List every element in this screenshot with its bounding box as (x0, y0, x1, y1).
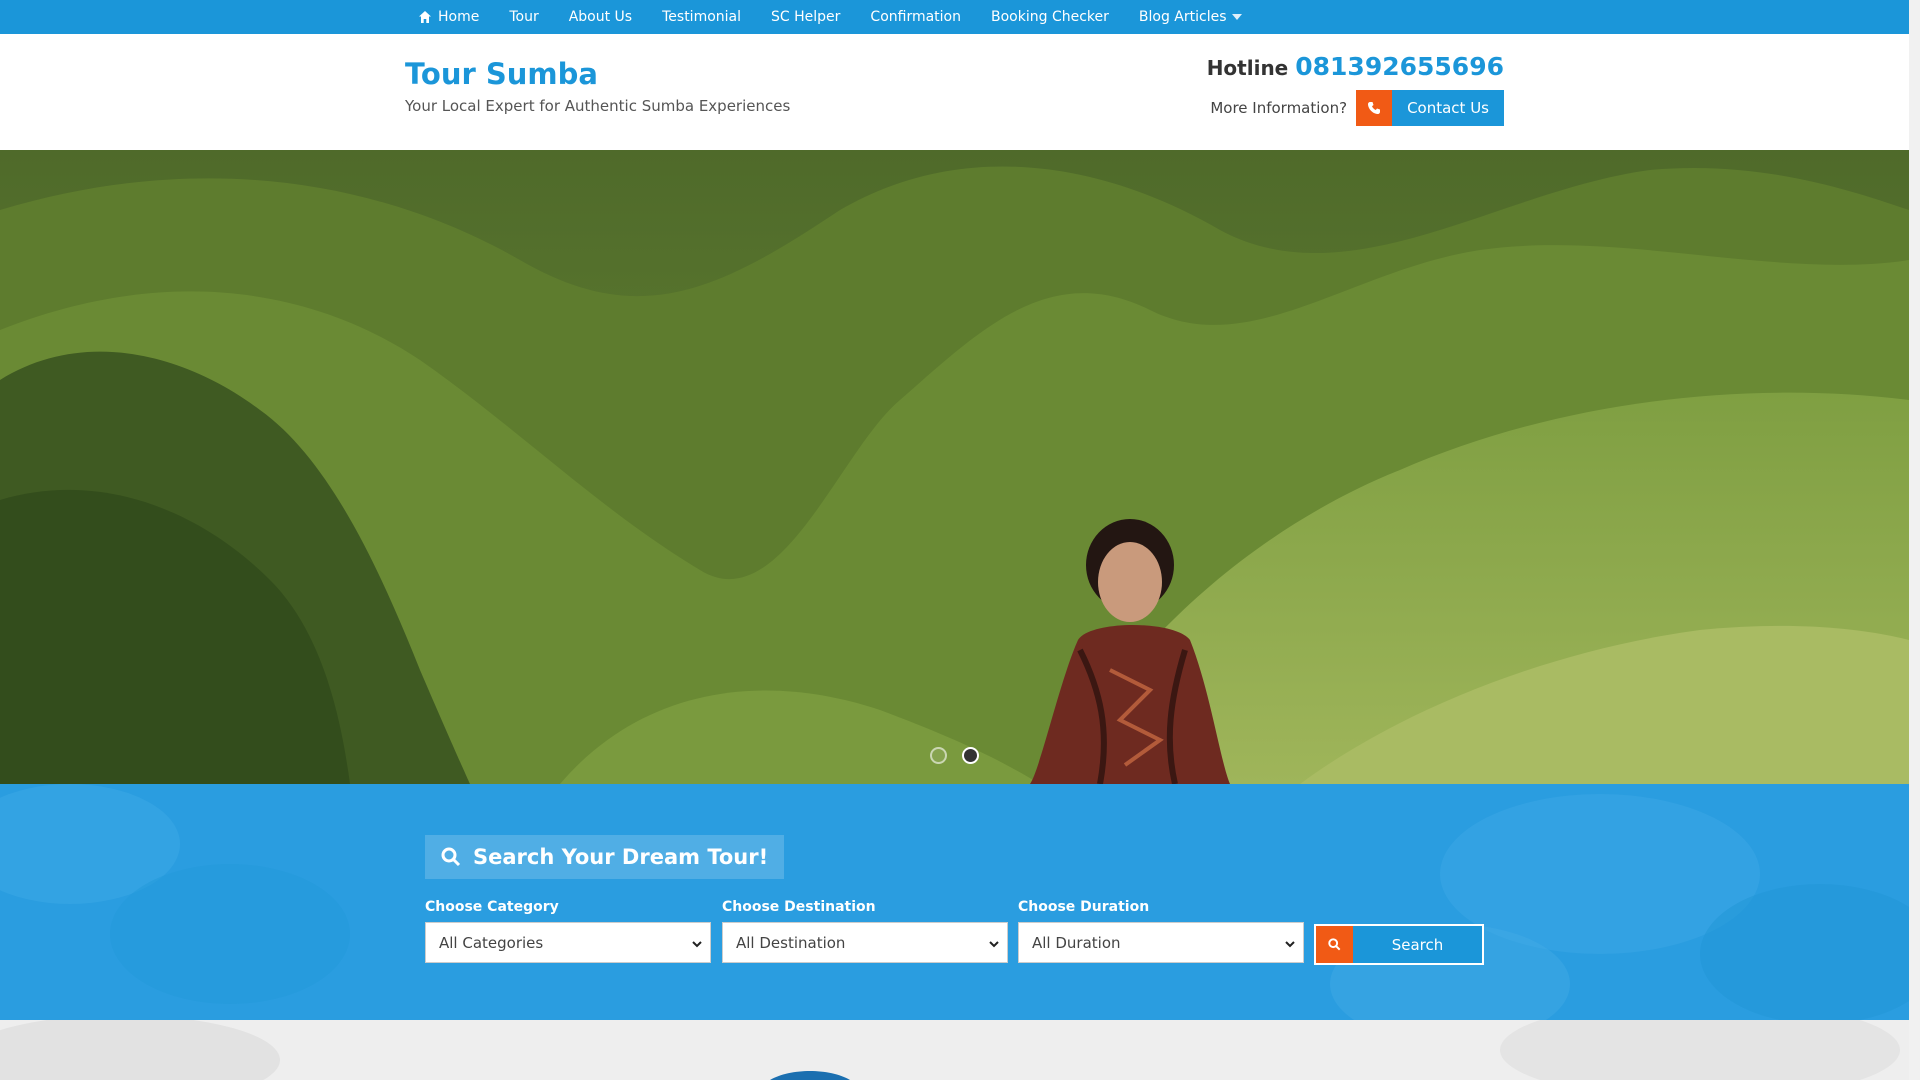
slide-dot-1[interactable] (930, 747, 947, 764)
category-value: All Categories (439, 933, 544, 952)
hero-image (0, 150, 1909, 784)
search-button[interactable]: Search (1314, 924, 1484, 965)
destination-value: All Destination (736, 933, 846, 952)
hotline-number[interactable]: 081392655696 (1295, 52, 1504, 81)
slider-pagination (930, 747, 994, 764)
nav-item-label: Booking Checker (991, 9, 1109, 25)
more-information: More Information? Contact Us (1210, 90, 1504, 126)
chevron-down-icon (989, 934, 999, 952)
duration-value: All Duration (1032, 933, 1121, 952)
chevron-down-icon (1285, 934, 1295, 952)
duration-field: Choose Duration All Duration (1018, 899, 1304, 963)
hotline-label: Hotline (1206, 56, 1289, 80)
destination-select[interactable]: All Destination (722, 922, 1008, 963)
chevron-down-icon (692, 934, 702, 952)
nav-item-label: Blog Articles (1138, 9, 1227, 25)
duration-label: Choose Duration (1018, 899, 1150, 915)
category-label: Choose Category (425, 899, 559, 915)
phone-icon (1356, 90, 1393, 126)
nav-item-tour[interactable]: Tour (509, 9, 538, 25)
caret-down-icon (1231, 14, 1242, 20)
search-icon (1316, 926, 1353, 963)
nav-item-blog-articles[interactable]: Blog Articles (1139, 9, 1242, 25)
tour-search-section: Search Your Dream Tour! Choose Category … (0, 784, 1909, 1020)
vertical-scrollbar[interactable] (1909, 0, 1920, 1080)
duration-select[interactable]: All Duration (1018, 922, 1304, 963)
home-icon (418, 10, 432, 24)
nav-item-label: SC Helper (771, 9, 841, 25)
destination-field: Choose Destination All Destination (722, 899, 1008, 963)
nav-item-label: Home (438, 9, 480, 25)
nav-item-label: Testimonial (662, 9, 742, 25)
nav-item-confirmation[interactable]: Confirmation (870, 9, 961, 25)
top-navigation-bar: Home Tour About Us Testimonial SC Helper… (0, 0, 1909, 34)
nav-item-sc-helper[interactable]: SC Helper (771, 9, 840, 25)
site-logo-title[interactable]: Tour Sumba (405, 57, 598, 91)
search-title-text: Search Your Dream Tour! (473, 845, 769, 869)
contact-us-label: Contact Us (1392, 90, 1504, 126)
nav-item-about-us[interactable]: About Us (569, 9, 632, 25)
nav-item-label: Tour (509, 9, 539, 25)
nav-item-booking-checker[interactable]: Booking Checker (991, 9, 1109, 25)
hero-slider[interactable] (0, 150, 1909, 784)
category-field: Choose Category All Categories (425, 899, 711, 963)
site-tagline: Your Local Expert for Authentic Sumba Ex… (405, 97, 791, 115)
nav-item-label: Confirmation (870, 9, 961, 25)
site-header: Tour Sumba Your Local Expert for Authent… (0, 34, 1909, 150)
search-icon (441, 847, 461, 867)
next-section-preview (0, 1020, 1909, 1080)
nav-item-testimonial[interactable]: Testimonial (662, 9, 741, 25)
nav-item-label: About Us (568, 9, 633, 25)
nav-menu: Home Tour About Us Testimonial SC Helper… (418, 0, 1272, 34)
grey-rock-texture (0, 1020, 1900, 1080)
nav-item-home[interactable]: Home (418, 9, 479, 25)
search-button-label: Search (1353, 926, 1482, 963)
category-select[interactable]: All Categories (425, 922, 711, 963)
more-information-label: More Information? (1210, 99, 1348, 117)
hotline: Hotline 081392655696 (1207, 52, 1504, 81)
contact-us-button[interactable]: Contact Us (1356, 90, 1504, 126)
slide-dot-2[interactable] (962, 747, 979, 764)
destination-label: Choose Destination (722, 899, 876, 915)
search-title: Search Your Dream Tour! (425, 835, 785, 879)
